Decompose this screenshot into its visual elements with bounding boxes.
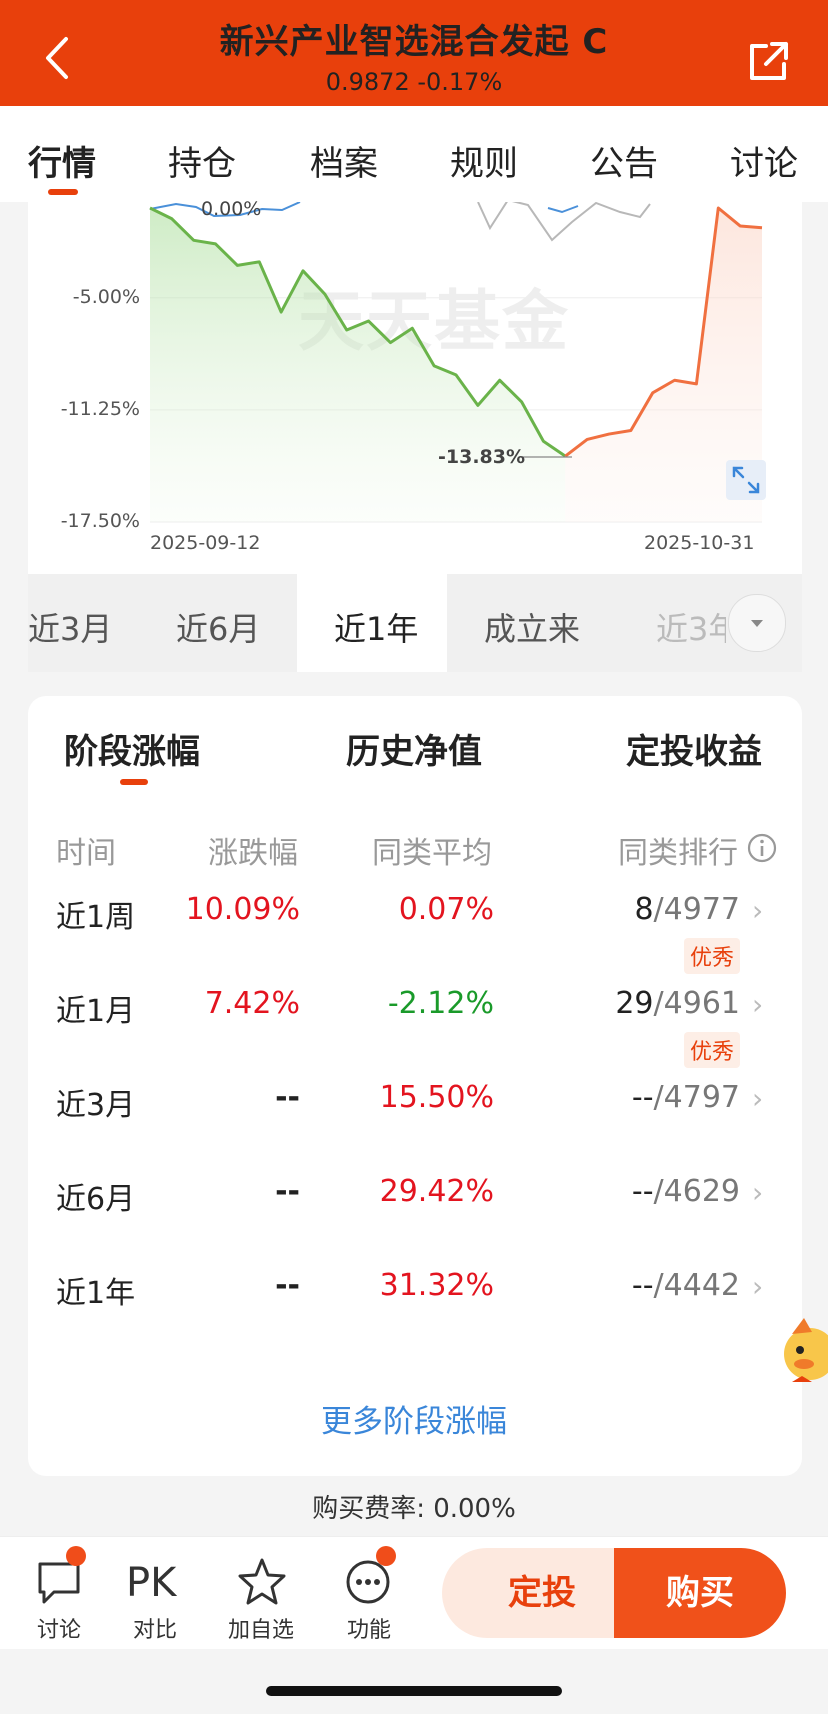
row-period: 近6月 [56, 1182, 136, 1217]
purchase-fee-text: 购买费率: 0.00% [312, 1494, 516, 1524]
notification-dot [376, 1546, 396, 1566]
active-tab-indicator [48, 189, 78, 195]
tab-sip-returns[interactable]: 定投收益 [626, 724, 762, 773]
x-tick-label: 2025-09-12 [150, 532, 261, 554]
row-peer-rank[interactable]: --/4442 [632, 1268, 740, 1303]
chevron-down-icon [751, 620, 763, 627]
excellent-badge: 优秀 [684, 1032, 741, 1068]
watchlist-label[interactable]: 加自选 [216, 1612, 306, 1644]
star-icon[interactable] [232, 1556, 292, 1608]
range-3m[interactable]: 近3月 [28, 604, 112, 650]
row-peer-avg: 31.32% [379, 1268, 494, 1303]
compare-icon[interactable]: PK [126, 1560, 176, 1606]
active-stats-tab-indicator [120, 779, 148, 785]
chevron-right-icon[interactable]: › [752, 1176, 763, 1209]
benchmark-line [547, 205, 579, 214]
row-change: 7.42% [204, 986, 300, 1021]
row-peer-rank[interactable]: --/4797 [632, 1080, 740, 1115]
y-tick-label: 0.00% [201, 198, 262, 220]
chevron-right-icon[interactable]: › [752, 1082, 763, 1115]
row-peer-rank[interactable]: 29/4961 [615, 986, 740, 1021]
chevron-right-icon[interactable]: › [752, 1270, 763, 1303]
top-tab-bar [0, 106, 828, 202]
notification-dot [66, 1546, 86, 1566]
row-period: 近1周 [56, 900, 136, 935]
performance-chart [149, 202, 763, 523]
range-6m[interactable]: 近6月 [176, 604, 260, 650]
min-value-label: -13.83% [438, 446, 526, 468]
x-tick-label: 2025-10-31 [644, 532, 755, 554]
col-header-period: 时间 [56, 836, 116, 871]
range-3y[interactable]: 近3年 [656, 604, 726, 650]
tab-announcements[interactable]: 公告 [590, 136, 658, 185]
col-header-peer-avg: 同类平均 [372, 836, 492, 871]
tab-profile[interactable]: 档案 [310, 136, 378, 185]
row-change: -- [275, 1080, 300, 1115]
decline-area-fill [150, 208, 566, 522]
range-since-inception[interactable]: 成立来 [484, 604, 580, 650]
tab-historical-nav[interactable]: 历史净值 [346, 724, 482, 773]
row-period: 近1月 [56, 994, 136, 1029]
compare-label[interactable]: 对比 [110, 1612, 200, 1644]
excellent-badge: 优秀 [684, 938, 741, 974]
chevron-right-icon[interactable]: › [752, 894, 763, 927]
row-change: -- [275, 1268, 300, 1303]
home-indicator [266, 1686, 562, 1696]
tab-discussion[interactable]: 讨论 [730, 136, 798, 185]
more-stage-returns-link[interactable]: 更多阶段涨幅 [0, 1396, 828, 1441]
mascot-icon[interactable] [778, 1310, 828, 1390]
tab-rules[interactable]: 规则 [450, 136, 518, 185]
col-header-change: 涨跌幅 [208, 836, 298, 871]
row-peer-avg: -2.12% [387, 986, 494, 1021]
chevron-right-icon[interactable]: › [752, 988, 763, 1021]
range-more-button[interactable] [728, 594, 786, 652]
row-period: 近3月 [56, 1088, 136, 1123]
functions-label[interactable]: 功能 [324, 1612, 414, 1644]
row-peer-avg: 15.50% [379, 1080, 494, 1115]
row-peer-avg: 0.07% [398, 892, 494, 927]
share-icon[interactable] [746, 40, 790, 84]
tab-holdings[interactable]: 持仓 [168, 136, 236, 185]
info-icon[interactable] [746, 832, 778, 864]
row-period: 近1年 [56, 1276, 136, 1311]
buy-button[interactable]: 购买 [614, 1548, 786, 1638]
row-peer-rank[interactable]: 8/4977 [634, 892, 740, 927]
tab-market[interactable]: 行情 [28, 136, 96, 185]
col-header-peer-rank: 同类排行 [618, 836, 738, 871]
row-change: 10.09% [185, 892, 300, 927]
page-title: 新兴产业智选混合发起 C [219, 22, 609, 62]
discuss-label[interactable]: 讨论 [14, 1612, 104, 1644]
row-peer-avg: 29.42% [379, 1174, 494, 1209]
expand-icon[interactable] [726, 460, 766, 500]
peer-average-line [477, 202, 651, 242]
row-peer-rank[interactable]: --/4629 [632, 1174, 740, 1209]
tab-stage-returns[interactable]: 阶段涨幅 [64, 724, 200, 773]
sip-button[interactable]: 定投 [442, 1548, 642, 1638]
row-change: -- [275, 1174, 300, 1209]
range-1y[interactable]: 近1年 [334, 604, 418, 650]
nav-price-change: 0.9872 -0.17% [325, 68, 503, 96]
